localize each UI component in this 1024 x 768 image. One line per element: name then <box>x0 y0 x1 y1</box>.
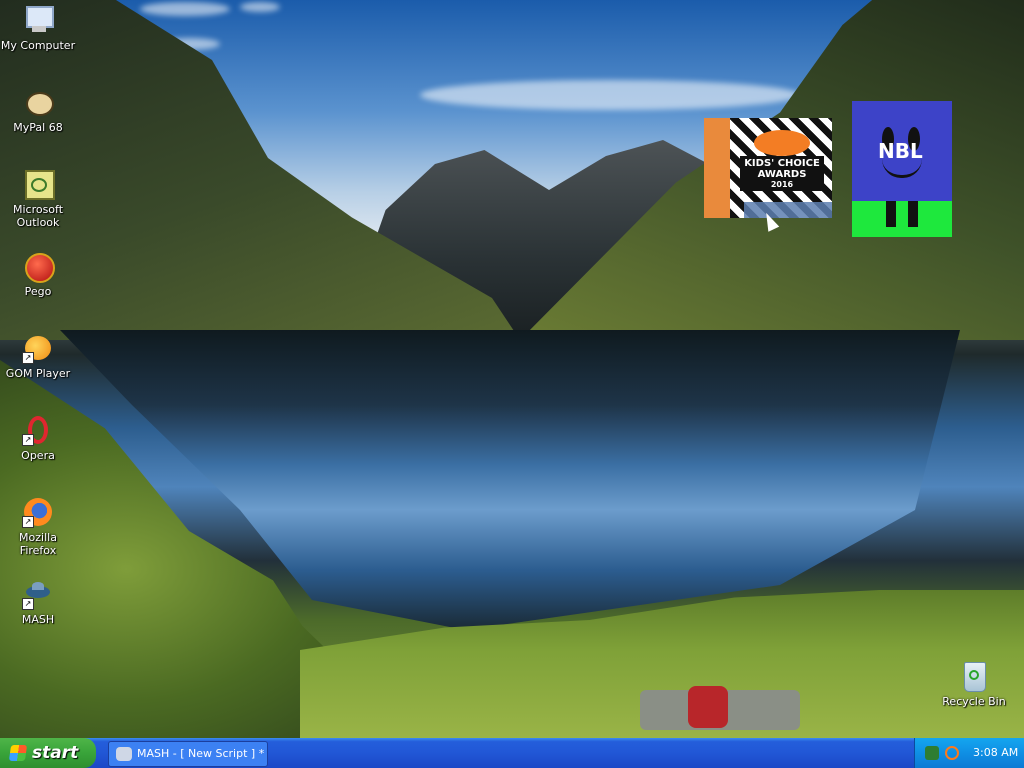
network-tray-icon[interactable] <box>925 746 939 760</box>
kca-title: KIDS' CHOICE AWARDS 2016 <box>740 156 824 191</box>
mash-icon: ↗ <box>22 578 54 610</box>
desktop-icon-recycle-bin[interactable]: Recycle Bin <box>936 660 1012 708</box>
wallpaper-backpack <box>688 686 728 728</box>
desktop-icon-outlook[interactable]: Microsoft Outlook <box>0 168 76 229</box>
taskbar-button-label: MASH - [ New Script ] * <box>137 747 265 760</box>
desktop-icon-mypal[interactable]: MyPal 68 <box>0 86 76 134</box>
taskbar: start MASH - [ New Script ] * 3:08 AM <box>0 738 1024 768</box>
start-button[interactable]: start <box>0 738 96 768</box>
desktop-icon-label: My Computer <box>0 39 76 52</box>
computer-icon <box>22 4 54 36</box>
desktop-icon-gom-player[interactable]: ↗ GOM Player <box>0 332 76 380</box>
desktop-icon-label: GOM Player <box>5 367 71 380</box>
desktop-icon-label: Mozilla Firefox <box>19 531 57 557</box>
nbl-character-image[interactable]: NBL <box>852 101 952 237</box>
recycle-bin-icon <box>958 660 990 692</box>
shortcut-arrow-icon: ↗ <box>22 516 34 528</box>
mash-icon <box>116 747 132 761</box>
pego-icon <box>22 250 55 283</box>
desktop-icon-firefox[interactable]: ↗ Mozilla Firefox <box>0 496 76 557</box>
firefox-icon: ↗ <box>22 496 54 528</box>
desktop[interactable]: My Computer MyPal 68 Microsoft Outlook P… <box>0 0 1024 738</box>
system-tray: 3:08 AM <box>914 738 1024 768</box>
kids-choice-awards-image[interactable]: KIDS' CHOICE AWARDS 2016 <box>704 118 832 218</box>
desktop-icon-opera[interactable]: ↗ Opera <box>0 414 76 462</box>
clock[interactable]: 3:08 AM <box>973 738 1018 768</box>
desktop-icon-label: MASH <box>21 613 55 626</box>
opera-icon: ↗ <box>22 414 54 446</box>
shortcut-arrow-icon: ↗ <box>22 352 34 364</box>
mypal-icon <box>22 86 54 118</box>
shortcut-arrow-icon: ↗ <box>22 434 34 446</box>
blimp-logo <box>754 130 810 156</box>
windows-flag-icon <box>8 745 28 761</box>
desktop-icon-label: MyPal 68 <box>13 121 63 134</box>
desktop-icon-label: Opera <box>21 449 55 462</box>
desktop-icon-pego[interactable]: Pego <box>0 250 76 298</box>
desktop-icon-label: Microsoft Outlook <box>12 203 64 229</box>
shortcut-arrow-icon: ↗ <box>22 598 34 610</box>
desktop-icon-mash[interactable]: ↗ MASH <box>0 578 76 626</box>
search-tray-icon[interactable] <box>945 746 959 760</box>
desktop-icon-label: Pego <box>24 285 52 298</box>
gom-player-icon: ↗ <box>22 332 54 364</box>
desktop-icon-my-computer[interactable]: My Computer <box>0 4 76 52</box>
outlook-icon <box>22 168 55 200</box>
taskbar-button-mash[interactable]: MASH - [ New Script ] * <box>108 741 268 767</box>
desktop-icon-label: Recycle Bin <box>942 695 1006 708</box>
